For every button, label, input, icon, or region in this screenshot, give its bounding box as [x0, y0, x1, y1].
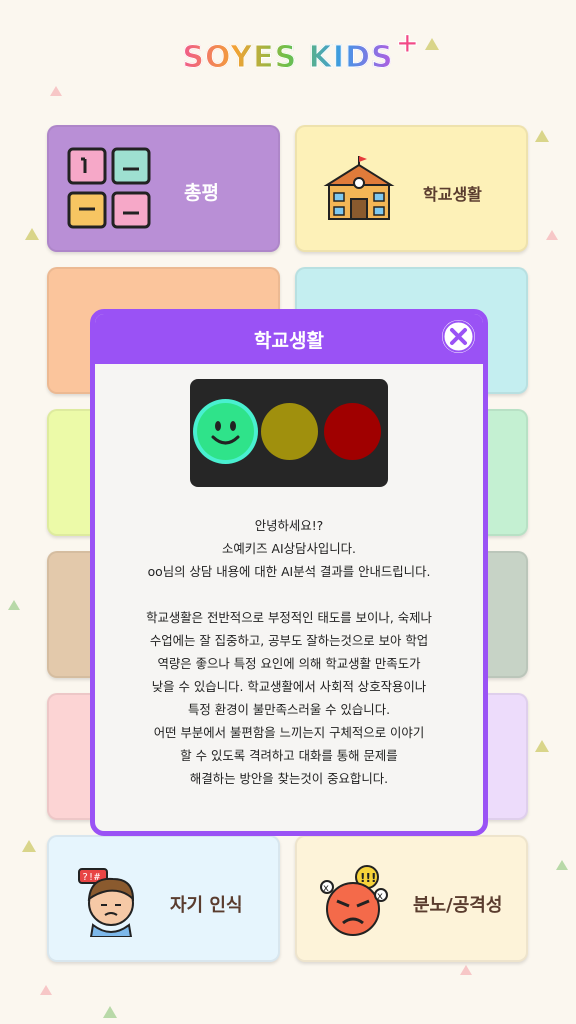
confetti-decoration — [25, 228, 39, 240]
modal-header: 학교생활 — [95, 314, 483, 364]
body-line: 해결하는 방안을 찾는것이 중요합니다. — [189, 771, 389, 786]
modal-title: 학교생활 — [254, 329, 324, 352]
confetti-decoration — [535, 740, 549, 752]
analysis-modal: 학교생활 안녕하세요!? 소예키즈 AI상담사입니다. oo님의 상담 내용에 … — [90, 309, 488, 836]
card-school-life[interactable]: 학교생활 — [295, 125, 528, 252]
confetti-decoration — [556, 860, 568, 870]
school-building-icon — [323, 156, 395, 220]
body-line: 특정 환경이 불만족스러울 수 있습니다. — [187, 702, 391, 717]
card-anger[interactable]: !!! x x 분노/공격성 — [295, 835, 528, 962]
traffic-light-yellow — [261, 403, 318, 460]
body-line: 수업에는 잘 집중하고, 공부도 잘하는것으로 보아 학업 — [149, 633, 429, 648]
body-line: 어떤 부분에서 불편함을 느끼는지 구체적으로 이야기 — [153, 725, 425, 740]
app-logo: SOYES KIDS + — [0, 26, 576, 90]
svg-text:!!!: !!! — [360, 871, 376, 885]
card-self-awareness[interactable]: ?!# 자기 인식 — [47, 835, 280, 962]
card-overall-label: 총평 — [184, 182, 219, 204]
chat-bubbles-icon — [67, 147, 151, 229]
confetti-decoration — [460, 965, 472, 975]
body-line: 역량은 좋으나 특정 요인에 의해 학교생활 만족도가 — [157, 656, 421, 671]
greeting-line: 안녕하세요!? — [254, 518, 324, 533]
confetti-decoration — [546, 230, 558, 240]
traffic-light-indicator — [190, 379, 388, 487]
traffic-light-green — [197, 403, 254, 460]
confused-boy-icon: ?!# — [78, 868, 135, 937]
analysis-text: 안녕하세요!? 소예키즈 AI상담사입니다. oo님의 상담 내용에 대한 AI… — [115, 514, 463, 790]
card-self-awareness-label: 자기 인식 — [170, 895, 243, 916]
body-line: 할 수 있도록 격려하고 대화를 통해 문제를 — [180, 748, 398, 763]
logo-plus: + — [395, 26, 421, 60]
card-overall[interactable]: 총평 — [47, 125, 280, 252]
card-school-life-label: 학교생활 — [423, 185, 482, 204]
body-line: 학교생활은 전반적으로 부정적인 태도를 보이나, 숙제나 — [146, 610, 432, 625]
angry-face-icon: !!! x x — [320, 865, 388, 936]
confetti-decoration — [22, 840, 36, 852]
smile-face-icon — [211, 421, 240, 445]
traffic-light-red — [324, 403, 381, 460]
confetti-decoration — [8, 600, 20, 610]
close-button[interactable] — [442, 320, 475, 353]
confetti-decoration — [535, 130, 549, 142]
confetti-decoration — [103, 1006, 117, 1018]
confetti-decoration — [40, 985, 52, 995]
close-icon — [442, 320, 475, 353]
logo-text: SOYES KIDS — [182, 40, 394, 76]
greeting-line: 소예키즈 AI상담사입니다. — [221, 541, 356, 556]
greeting-line: oo님의 상담 내용에 대한 AI분석 결과를 안내드립니다. — [147, 564, 431, 579]
svg-text:x: x — [377, 891, 383, 902]
body-line: 낮을 수 있습니다. 학교생활에서 사회적 상호작용이나 — [151, 679, 427, 694]
card-anger-label: 분노/공격성 — [413, 895, 503, 916]
svg-text:x: x — [323, 883, 329, 894]
